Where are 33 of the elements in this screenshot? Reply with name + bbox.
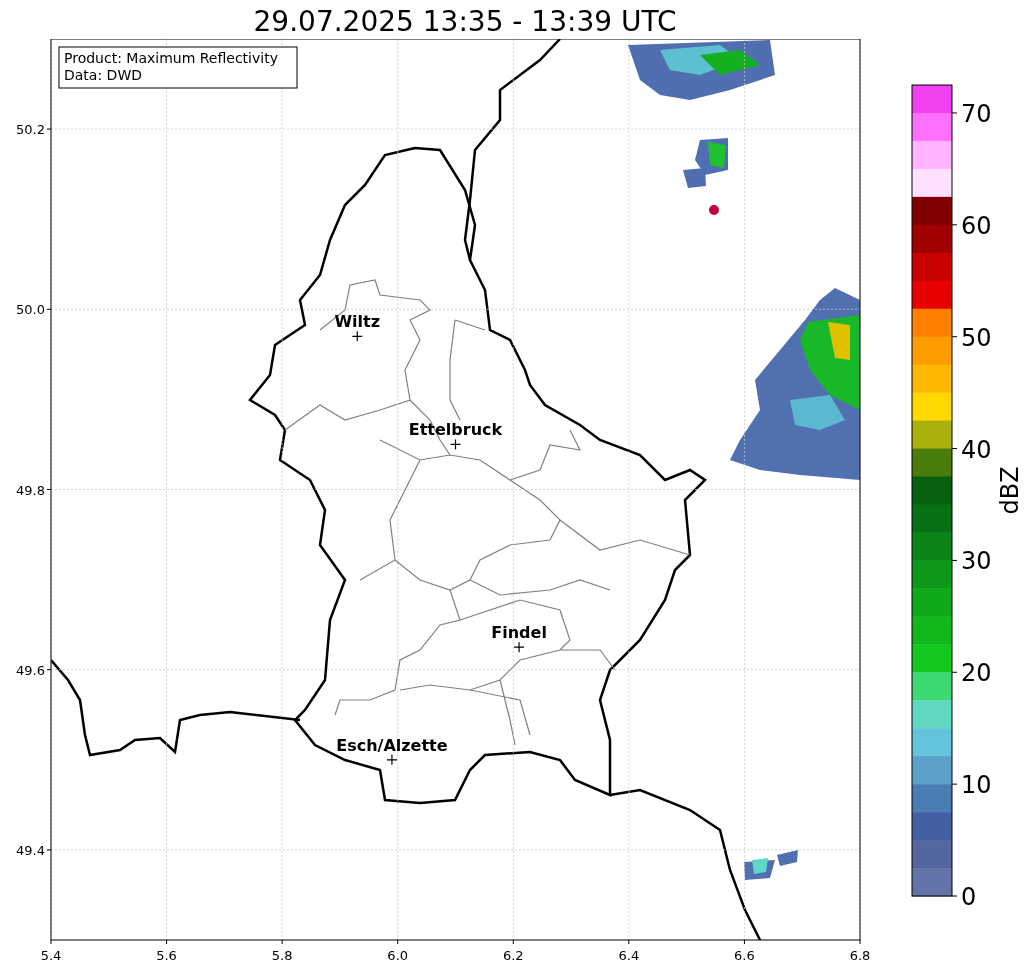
colorbar-tick-label: 60 xyxy=(961,211,992,240)
colorbar-tick-label: 50 xyxy=(961,323,992,352)
colorbar-tick-label: 10 xyxy=(961,771,992,800)
x-tick-label: 6.4 xyxy=(618,948,640,963)
y-tick-label: 50.2 xyxy=(16,122,45,138)
chart-title: 29.07.2025 13:35 - 13:39 UTC xyxy=(252,4,678,39)
x-tick-label: 6.0 xyxy=(387,948,409,963)
city-marker-icon xyxy=(386,754,398,766)
y-tick-label: 49.4 xyxy=(16,842,45,858)
city-label: Findel xyxy=(491,623,547,643)
x-tick-label: 6.2 xyxy=(502,948,524,963)
colorbar-tick-label: 40 xyxy=(961,435,992,464)
info-text: Data: DWD xyxy=(64,67,142,83)
y-tick-label: 50.0 xyxy=(16,302,45,318)
x-tick-label: 5.4 xyxy=(40,948,62,963)
city-marker-icon xyxy=(449,438,462,451)
colorbar-tick-label: 30 xyxy=(961,547,992,576)
colorbar-label: dBZ xyxy=(996,466,1024,515)
x-tick-label: 5.8 xyxy=(271,948,293,963)
city-label: Wiltz xyxy=(334,312,381,332)
x-tick-label: 5.6 xyxy=(156,948,177,963)
x-tick-label: 6.6 xyxy=(734,948,755,963)
city-label: Ettelbruck xyxy=(408,420,503,440)
colorbar-tick-label: 70 xyxy=(961,99,992,128)
y-tick-label: 49.8 xyxy=(16,482,45,498)
info-text: Product: Maximum Reflectivity xyxy=(64,50,278,66)
y-tick-label: 49.6 xyxy=(16,662,45,678)
colorbar-tick-label: 0 xyxy=(961,883,977,911)
city-marker-icon xyxy=(513,641,525,653)
x-tick-label: 6.8 xyxy=(849,948,871,963)
colorbar-tick-label: 20 xyxy=(961,659,992,688)
city-label: Esch/Alzette xyxy=(336,735,448,755)
city-marker-icon xyxy=(351,330,363,342)
